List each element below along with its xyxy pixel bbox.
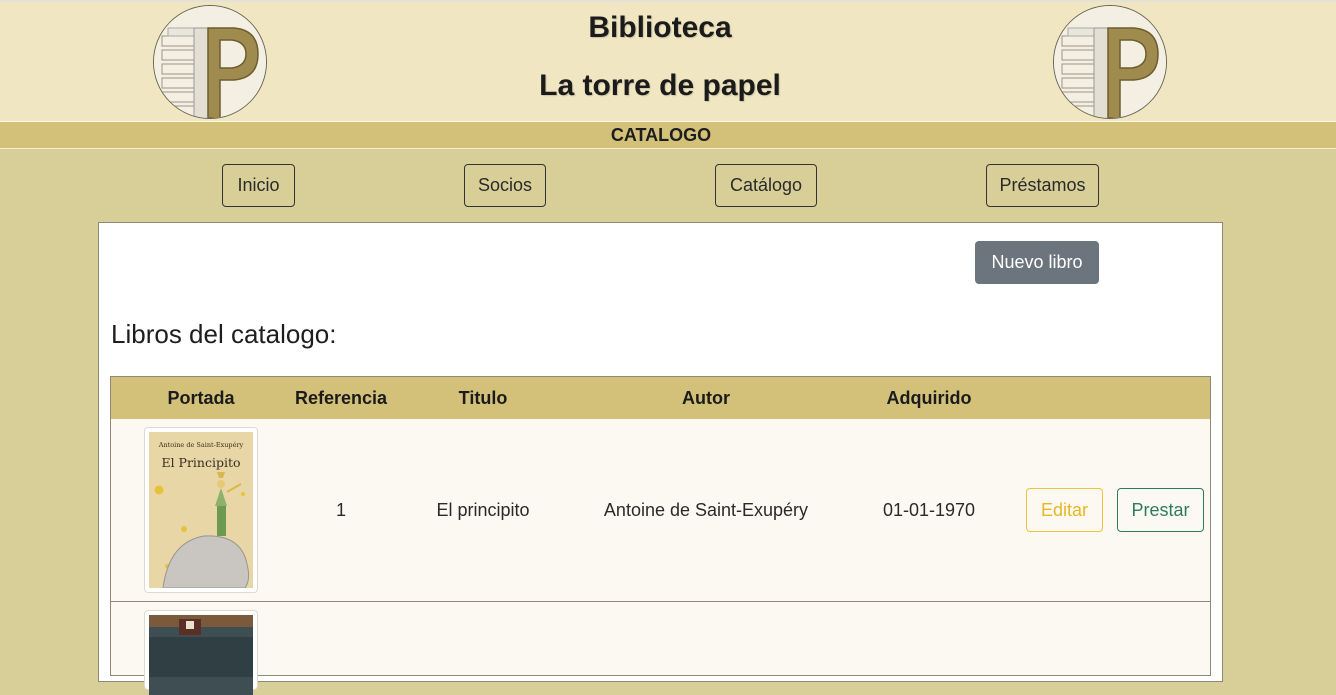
section-bar-catalogo: CATALOGO bbox=[0, 121, 1336, 149]
cover-title-text: El Principito bbox=[161, 455, 240, 470]
book-cover-thumbnail[interactable]: Antoine de Saint-Exupéry El Principito bbox=[144, 427, 258, 593]
table-row: Antoine de Saint-Exupéry El Principito 1 bbox=[111, 419, 1210, 602]
table-header: Portada Referencia Titulo Autor Adquirid… bbox=[111, 377, 1210, 420]
catalog-heading: Libros del catalogo: bbox=[111, 319, 337, 349]
table-row bbox=[111, 602, 1210, 695]
cover-author-text: Antoine de Saint-Exupéry bbox=[158, 441, 244, 449]
edit-book-button[interactable]: Editar bbox=[1026, 488, 1103, 532]
column-header-titulo: Titulo bbox=[458, 388, 508, 408]
library-logo-right bbox=[1053, 5, 1167, 119]
nav-button-inicio[interactable]: Inicio bbox=[222, 164, 295, 207]
catalog-table: Portada Referencia Titulo Autor Adquirid… bbox=[110, 376, 1211, 695]
new-book-button[interactable]: Nuevo libro bbox=[975, 241, 1099, 284]
nav-button-socios[interactable]: Socios bbox=[464, 164, 546, 207]
nav-button-catalogo[interactable]: Catálogo bbox=[715, 164, 817, 207]
site-header: Biblioteca La torre de papel bbox=[0, 0, 1336, 121]
lend-book-button[interactable]: Prestar bbox=[1117, 488, 1204, 532]
column-header-referencia: Referencia bbox=[294, 388, 388, 408]
cell-autor: Antoine de Saint-Exupéry bbox=[603, 500, 809, 520]
book-cover-thumbnail[interactable] bbox=[144, 610, 258, 695]
column-header-adquirido: Adquirido bbox=[886, 388, 972, 408]
column-header-autor: Autor bbox=[682, 388, 730, 408]
column-header-portada: Portada bbox=[167, 388, 235, 408]
nav-button-prestamos[interactable]: Préstamos bbox=[986, 164, 1099, 207]
cell-adquirido: 01-01-1970 bbox=[882, 500, 976, 520]
cell-titulo: El principito bbox=[436, 500, 530, 520]
cell-referencia: 1 bbox=[335, 500, 346, 520]
